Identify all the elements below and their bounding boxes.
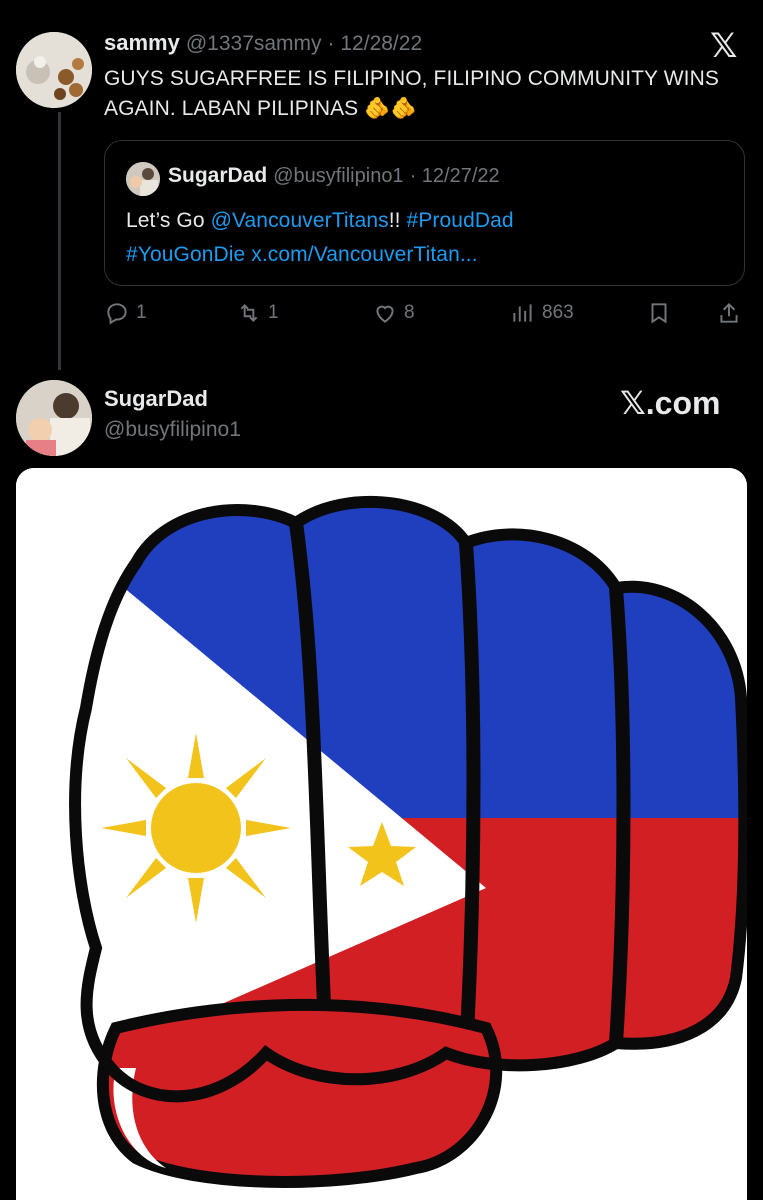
tweet-text: GUYS SUGARFREE IS FILIPINO, FILIPINO COM… (104, 64, 744, 124)
retweet-button[interactable]: 1 (236, 300, 279, 326)
tweet-header: sammy @1337sammy · 12/28/22 (104, 30, 422, 62)
author-name[interactable]: sammy (104, 30, 180, 56)
philippine-flag-fist-image (16, 468, 747, 1200)
heart-icon (376, 305, 394, 323)
quote-author-name: SugarDad (168, 164, 268, 187)
hashtag-link[interactable]: #ProudDad (407, 209, 514, 232)
quote-avatar (126, 162, 160, 196)
embed-author-name[interactable]: SugarDad (104, 386, 208, 412)
url-link[interactable]: x.com/VancouverTitan... (251, 243, 477, 266)
quote-avatar-image (126, 162, 160, 196)
avatar-image (16, 380, 92, 456)
reply-count: 1 (136, 302, 147, 323)
share-icon (720, 302, 738, 323)
avatar-image (16, 32, 92, 108)
views-button[interactable]: 863 (510, 300, 574, 326)
bookmark-icon (651, 303, 667, 324)
view-count: 863 (542, 302, 574, 323)
quote-author-handle: @busyfilipino1 (273, 165, 404, 187)
quote-text: Let’s Go @VancouverTitans!! #ProudDad #Y… (126, 204, 726, 272)
thread-line (58, 112, 61, 370)
embed-author-handle[interactable]: @busyfilipino1 (104, 418, 241, 442)
x-logo-icon[interactable]: 𝕏 (710, 26, 737, 66)
share-button[interactable] (716, 300, 742, 326)
quote-text-mid: !! (388, 209, 407, 232)
pointing-emoji: 🫵🫵 (364, 97, 417, 120)
hashtag-link[interactable]: #YouGonDie (126, 243, 245, 266)
reply-icon (107, 303, 127, 325)
author-handle[interactable]: @1337sammy (186, 32, 322, 56)
action-bar: 1 1 8 863 (104, 300, 744, 340)
media-image[interactable] (16, 468, 747, 1200)
views-icon (513, 304, 532, 322)
mention-link[interactable]: @VancouverTitans (211, 209, 389, 232)
bookmark-button[interactable] (646, 300, 672, 326)
like-count: 8 (404, 302, 415, 323)
quote-date: · 12/27/22 (409, 165, 500, 187)
avatar[interactable] (16, 32, 92, 108)
x-com-brand[interactable]: 𝕏.com (620, 384, 720, 422)
retweet-count: 1 (268, 302, 279, 323)
retweet-icon (240, 304, 258, 322)
reply-button[interactable]: 1 (104, 300, 147, 326)
avatar[interactable] (16, 380, 92, 456)
quote-text-prefix: Let’s Go (126, 209, 211, 232)
tweet-date[interactable]: · 12/28/22 (328, 32, 423, 56)
like-button[interactable]: 8 (372, 300, 415, 326)
quote-header: SugarDad @busyfilipino1 · 12/27/22 (168, 164, 500, 188)
sun-icon (101, 733, 291, 923)
